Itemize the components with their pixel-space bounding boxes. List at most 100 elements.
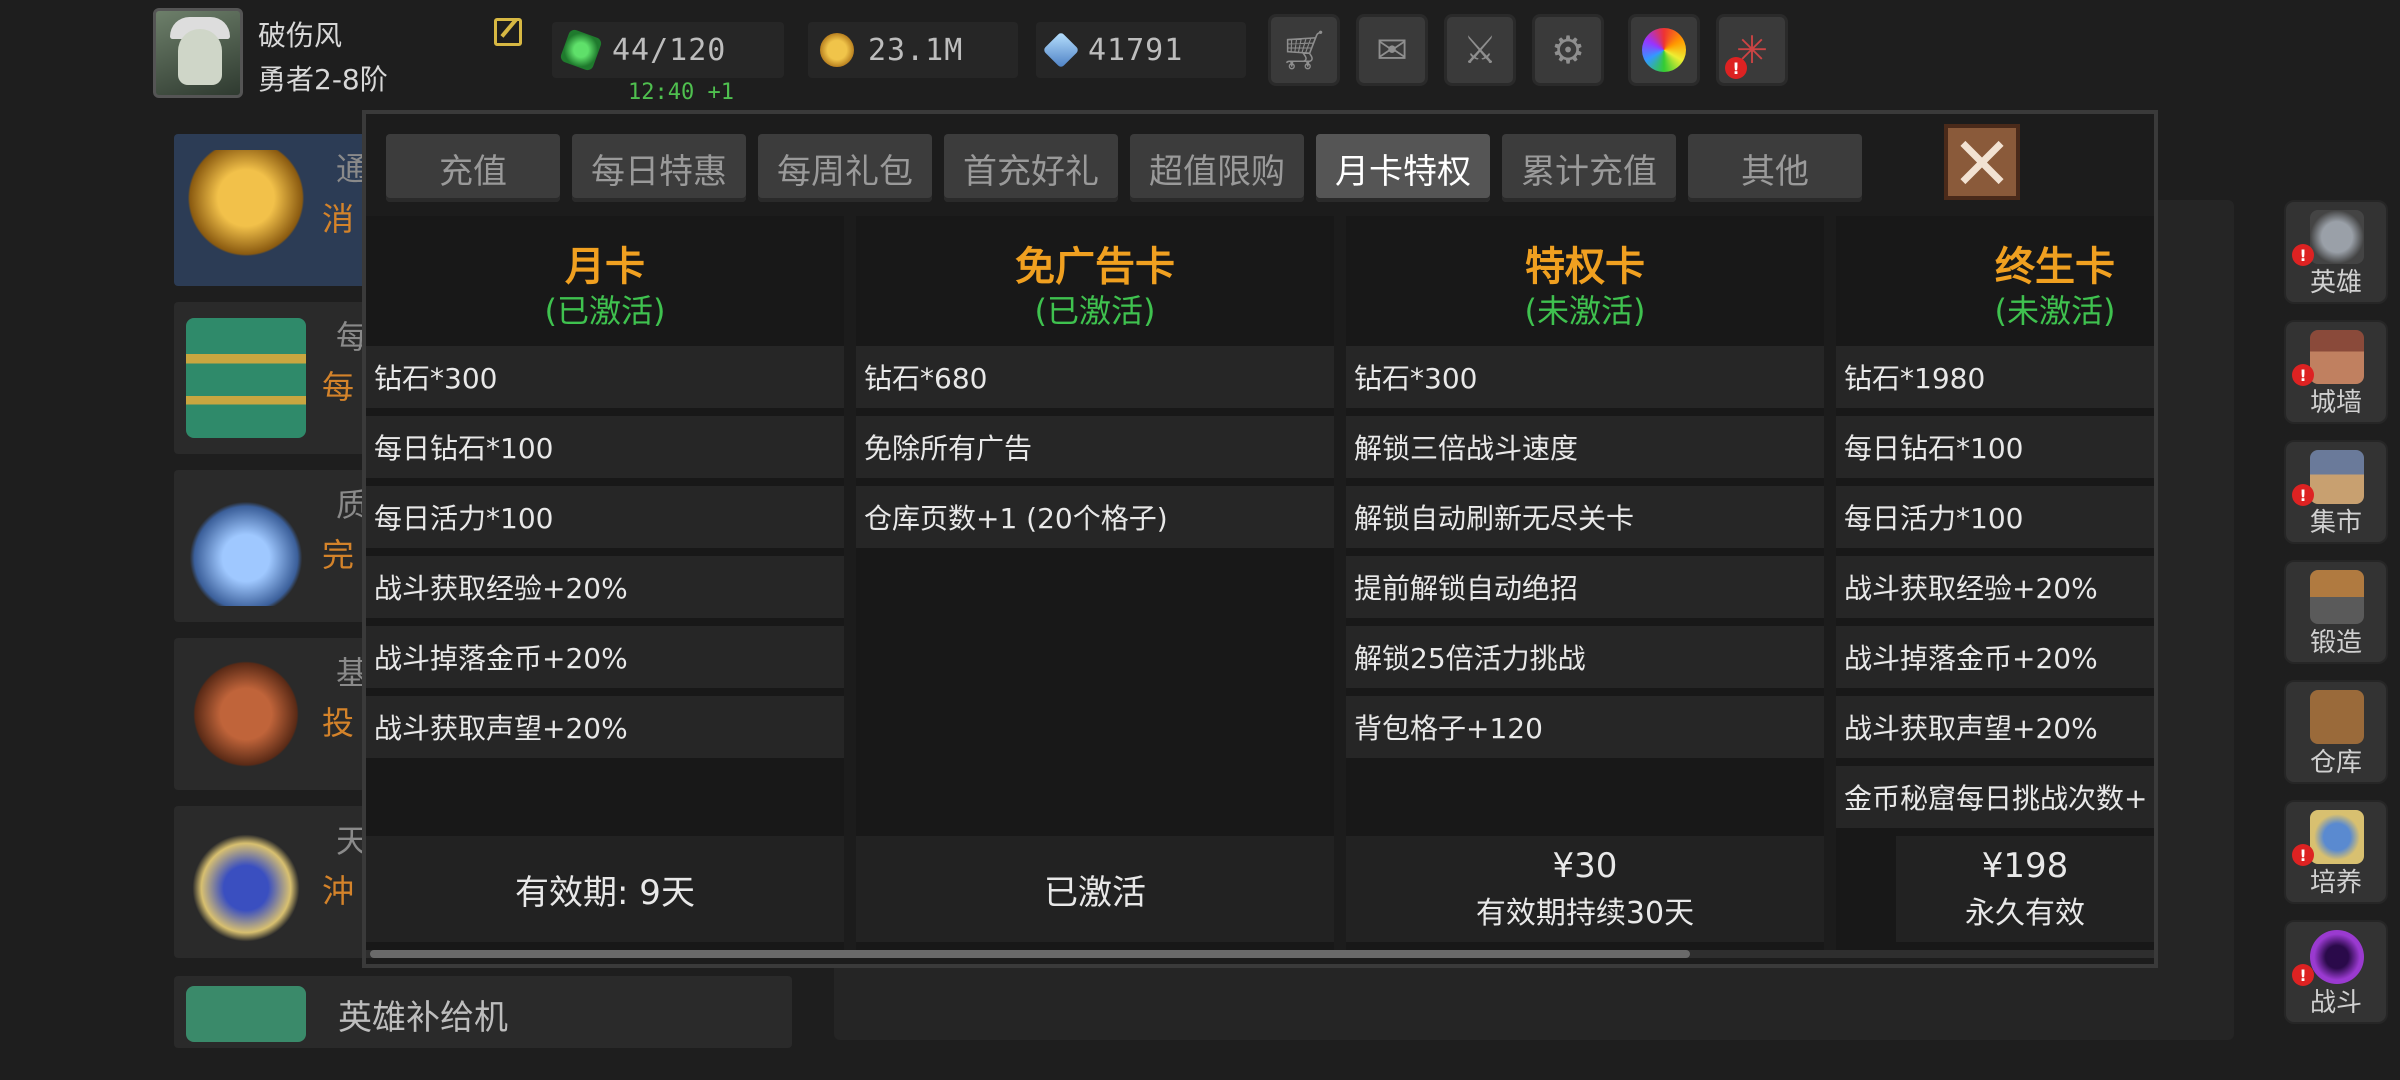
perk-row: 战斗获取声望+20% [1836, 696, 2154, 758]
side-menu-label: 培养 [2309, 868, 2362, 898]
player-name: 破伤风 [258, 19, 343, 52]
tab-other[interactable]: 其他 [1688, 134, 1862, 202]
list-item-subtitle: 每 [322, 368, 355, 406]
tab-monthly-card[interactable]: 月卡特权 [1316, 134, 1490, 202]
side-menu-label: 锻造 [2309, 628, 2362, 658]
card-footer: 有效期: 9天 [366, 836, 844, 942]
card-footer: 已激活 [856, 836, 1334, 942]
card-status: (已激活) [544, 292, 666, 330]
side-menu-label: 仓库 [2309, 748, 2362, 778]
perk-row: 战斗掉落金币+20% [1836, 626, 2154, 688]
scrollbar-thumb[interactable] [370, 950, 1690, 958]
side-menu-wall[interactable]: ! 城墙 [2284, 320, 2388, 424]
helmet-icon [2310, 210, 2364, 264]
validity-text: 有效期: 9天 [515, 872, 695, 913]
stamina-value: 44/120 [612, 32, 727, 68]
supply-label: 英雄补给机 [338, 998, 508, 1038]
player-rank: 勇者2-8阶 [258, 63, 388, 96]
side-menu-forge[interactable]: 锻造 [2284, 560, 2388, 664]
stamina-timer: 12:40 +1 [628, 80, 734, 105]
close-button[interactable] [1944, 124, 2020, 200]
mail-button[interactable]: ✉ [1356, 14, 1428, 86]
card-privilege: 特权卡 (未激活) 钻石*300 解锁三倍战斗速度 解锁自动刷新无尽关卡 提前解… [1346, 216, 1824, 952]
card-no-ads: 免广告卡 (已激活) 钻石*680 免除所有广告 仓库页数+1 (20个格子) … [856, 216, 1334, 952]
card-status: (已激活) [1034, 292, 1156, 330]
duration-label: 有效期持续30天 [1475, 896, 1695, 931]
buy-lifetime-button[interactable]: ¥198 永久有效 [1896, 836, 2154, 942]
gem-value: 41791 [1088, 32, 1184, 68]
ice-crown-icon [186, 486, 306, 606]
card-status: (未激活) [1524, 292, 1646, 330]
book-stack-icon [186, 318, 306, 438]
gold-display[interactable]: 23.1M [808, 22, 1018, 78]
player-avatar[interactable] [153, 8, 243, 98]
stamina-icon [559, 28, 603, 72]
stamina-display[interactable]: 44/120 [552, 22, 784, 78]
edit-name-icon[interactable] [494, 18, 522, 46]
list-item-subtitle: 投 [322, 704, 355, 742]
tab-limited-offers[interactable]: 超值限购 [1130, 134, 1304, 202]
list-item-subtitle: 消 [322, 200, 355, 238]
card-title: 免广告卡 [1015, 244, 1175, 290]
card-status: (未激活) [1994, 292, 2116, 330]
price-label: ¥198 [1981, 846, 2069, 886]
tab-weekly-packs[interactable]: 每周礼包 [758, 134, 932, 202]
card-title: 特权卡 [1525, 244, 1645, 290]
perk-row: 解锁25倍活力挑战 [1346, 626, 1824, 688]
crate-icon [2310, 690, 2364, 744]
side-menu-label: 集市 [2309, 508, 2362, 538]
tab-daily-deals[interactable]: 每日特惠 [572, 134, 746, 202]
mail-icon: ✉ [1376, 28, 1408, 72]
castle-wall-icon [2310, 330, 2364, 384]
perk-row: 金币秘窟每日挑战次数+ [1836, 766, 2154, 828]
color-wheel-icon [1642, 28, 1686, 72]
side-menu-label: 战斗 [2309, 988, 2362, 1018]
market-stall-icon [2310, 450, 2364, 504]
games-button[interactable]: ⚔ [1444, 14, 1516, 86]
perk-row: 背包格子+120 [1346, 696, 1824, 758]
buy-privilege-button[interactable]: ¥30 有效期持续30天 [1346, 836, 1824, 942]
side-menu-label: 英雄 [2309, 268, 2362, 298]
avatar-face [178, 29, 222, 85]
lottery-button[interactable] [1628, 14, 1700, 86]
price-label: ¥30 [1552, 846, 1618, 886]
trophy-icon [2310, 810, 2364, 864]
event-button[interactable]: ✳ ! [1716, 14, 1788, 86]
perk-row: 提前解锁自动绝招 [1346, 556, 1824, 618]
portal-icon [2310, 930, 2364, 984]
gold-value: 23.1M [868, 32, 964, 68]
card-title: 终生卡 [1995, 244, 2115, 290]
side-menu-battle[interactable]: ! 战斗 [2284, 920, 2388, 1024]
list-item-subtitle: 沖 [322, 872, 355, 910]
perk-row: 钻石*680 [856, 346, 1334, 408]
perk-row: 钻石*1980 [1836, 346, 2154, 408]
settings-button[interactable]: ⚙ [1532, 14, 1604, 86]
side-menu-warehouse[interactable]: 仓库 [2284, 680, 2388, 784]
perk-row: 每日钻石*100 [1836, 416, 2154, 478]
shop-button[interactable]: 🛒︎ [1268, 14, 1340, 86]
duration-label: 永久有效 [1965, 896, 2085, 931]
tab-first-recharge[interactable]: 首充好礼 [944, 134, 1118, 202]
perk-row: 战斗获取声望+20% [366, 696, 844, 758]
card-lifetime: 终生卡 (未激活) 钻石*1980 每日钻石*100 每日活力*100 战斗获取… [1836, 216, 2154, 952]
gem-display[interactable]: 41791 [1036, 22, 1246, 78]
side-menu-training[interactable]: ! 培养 [2284, 800, 2388, 904]
recharge-dialog: 充值 每日特惠 每周礼包 首充好礼 超值限购 月卡特权 累计充值 其他 月卡 (… [362, 110, 2158, 968]
side-menu-market[interactable]: ! 集市 [2284, 440, 2388, 544]
tab-cumulative-recharge[interactable]: 累计充值 [1502, 134, 1676, 202]
perk-row: 战斗获取经验+20% [1836, 556, 2154, 618]
gear-icon: ⚙ [1550, 28, 1586, 72]
activated-text: 已激活 [1044, 872, 1146, 913]
side-menu-heroes[interactable]: ! 英雄 [2284, 200, 2388, 304]
merchant-icon [186, 654, 306, 774]
tab-recharge[interactable]: 充值 [386, 134, 560, 202]
perk-row: 仓库页数+1 (20个格子) [856, 486, 1334, 548]
list-item-subtitle: 完 [322, 536, 355, 574]
shopping-cart-icon: 🛒︎ [1279, 27, 1329, 72]
perk-row: 每日钻石*100 [366, 416, 844, 478]
side-menu-label: 城墙 [2309, 388, 2362, 418]
perk-row: 钻石*300 [1346, 346, 1824, 408]
gamepad-icon: ⚔ [1462, 28, 1498, 72]
perk-row: 战斗获取经验+20% [366, 556, 844, 618]
diamond-icon [1042, 31, 1080, 69]
